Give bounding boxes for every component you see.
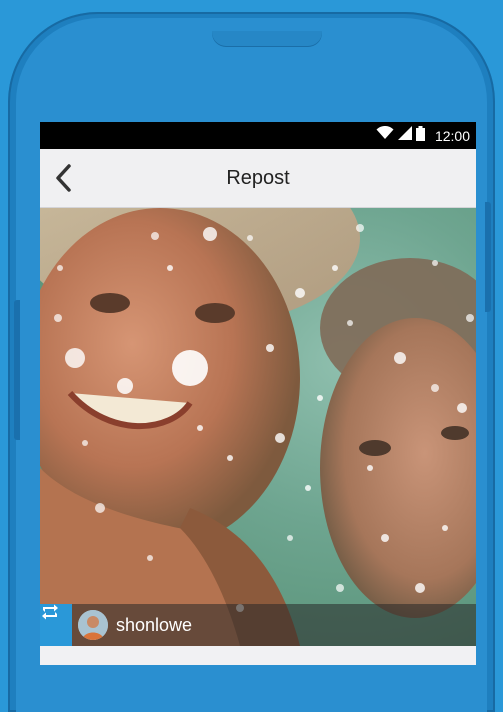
username[interactable]: shonlowe	[116, 604, 192, 646]
repost-icon	[42, 604, 58, 620]
power-button	[485, 202, 491, 312]
wifi-icon	[376, 125, 394, 145]
app-bar: Repost	[40, 149, 476, 208]
repost-credit-bar[interactable]: shonlowe	[40, 604, 476, 646]
photo-illustration	[40, 208, 476, 646]
earpiece-speaker	[212, 31, 322, 47]
phone-screen: 12:00 Repost shonlowe	[40, 122, 476, 665]
avatar[interactable]	[78, 610, 108, 640]
battery-icon	[415, 125, 425, 146]
page-title: Repost	[226, 166, 290, 189]
post-photo[interactable]: shonlowe	[40, 208, 476, 646]
status-time: 12:00	[434, 127, 470, 144]
status-icons: 12:00	[376, 122, 470, 149]
avatar-image	[78, 610, 108, 640]
signal-icon	[397, 126, 412, 145]
status-bar: 12:00	[40, 122, 476, 149]
volume-button	[14, 300, 20, 440]
repost-badge	[40, 604, 72, 646]
post-footer	[40, 646, 476, 665]
